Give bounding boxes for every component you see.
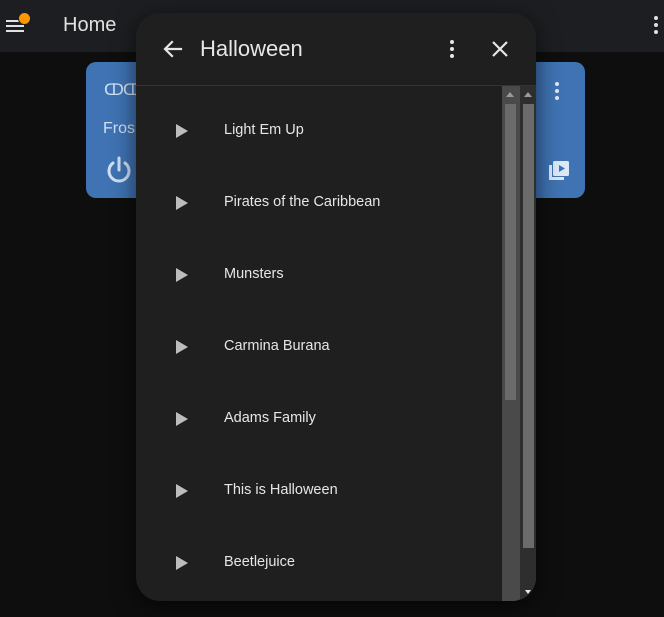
- play-icon[interactable]: [176, 124, 188, 138]
- list-item-label: Munsters: [224, 266, 284, 282]
- scroll-down-arrow-icon[interactable]: [525, 590, 531, 594]
- close-icon[interactable]: [490, 39, 510, 59]
- list-item[interactable]: Beetlejuice: [136, 528, 502, 600]
- dialog-header: Halloween: [136, 13, 536, 86]
- play-icon[interactable]: [176, 484, 188, 498]
- notification-badge: [18, 12, 31, 25]
- media-list: Light Em Up Pirates of the Caribbean Mun…: [136, 86, 502, 601]
- list-item-label: Pirates of the Caribbean: [224, 194, 381, 210]
- list-item[interactable]: Adams Family: [136, 384, 502, 456]
- list-item-label: This is Halloween: [224, 482, 338, 498]
- more-vert-icon[interactable]: [555, 82, 561, 102]
- outer-scrollbar-thumb[interactable]: [523, 104, 534, 548]
- list-item-label: Adams Family: [224, 410, 316, 426]
- play-icon[interactable]: [176, 340, 188, 354]
- list-item[interactable]: Pirates of the Caribbean: [136, 168, 502, 240]
- more-vert-icon[interactable]: [654, 16, 660, 36]
- inner-scrollbar[interactable]: [502, 86, 518, 601]
- scrollbar-area: [502, 86, 536, 601]
- play-icon[interactable]: [176, 268, 188, 282]
- scroll-up-arrow-icon[interactable]: [506, 92, 514, 97]
- list-item[interactable]: Light Em Up: [136, 96, 502, 168]
- list-item[interactable]: Carmina Burana: [136, 312, 502, 384]
- list-item[interactable]: This is Halloween: [136, 456, 502, 528]
- list-item-label: Carmina Burana: [224, 338, 330, 354]
- play-icon[interactable]: [176, 412, 188, 426]
- play-icon[interactable]: [176, 196, 188, 210]
- list-item[interactable]: Munsters: [136, 240, 502, 312]
- outer-scrollbar[interactable]: [520, 86, 536, 601]
- page-title: Home: [63, 14, 117, 36]
- arrow-left-icon[interactable]: [162, 38, 184, 60]
- card-entity-name: Fros: [103, 120, 135, 137]
- list-item-label: Beetlejuice: [224, 554, 295, 570]
- more-vert-icon[interactable]: [450, 40, 456, 60]
- media-browser-dialog: Halloween Light Em Up Pirates of the Car…: [136, 13, 536, 601]
- play-icon[interactable]: [176, 556, 188, 570]
- inner-scrollbar-thumb[interactable]: [505, 104, 516, 400]
- list-item-label: Light Em Up: [224, 122, 304, 138]
- playlist-play-icon[interactable]: [548, 160, 570, 182]
- scroll-up-arrow-icon[interactable]: [524, 92, 532, 97]
- power-icon[interactable]: [104, 155, 134, 185]
- dialog-title: Halloween: [200, 36, 303, 61]
